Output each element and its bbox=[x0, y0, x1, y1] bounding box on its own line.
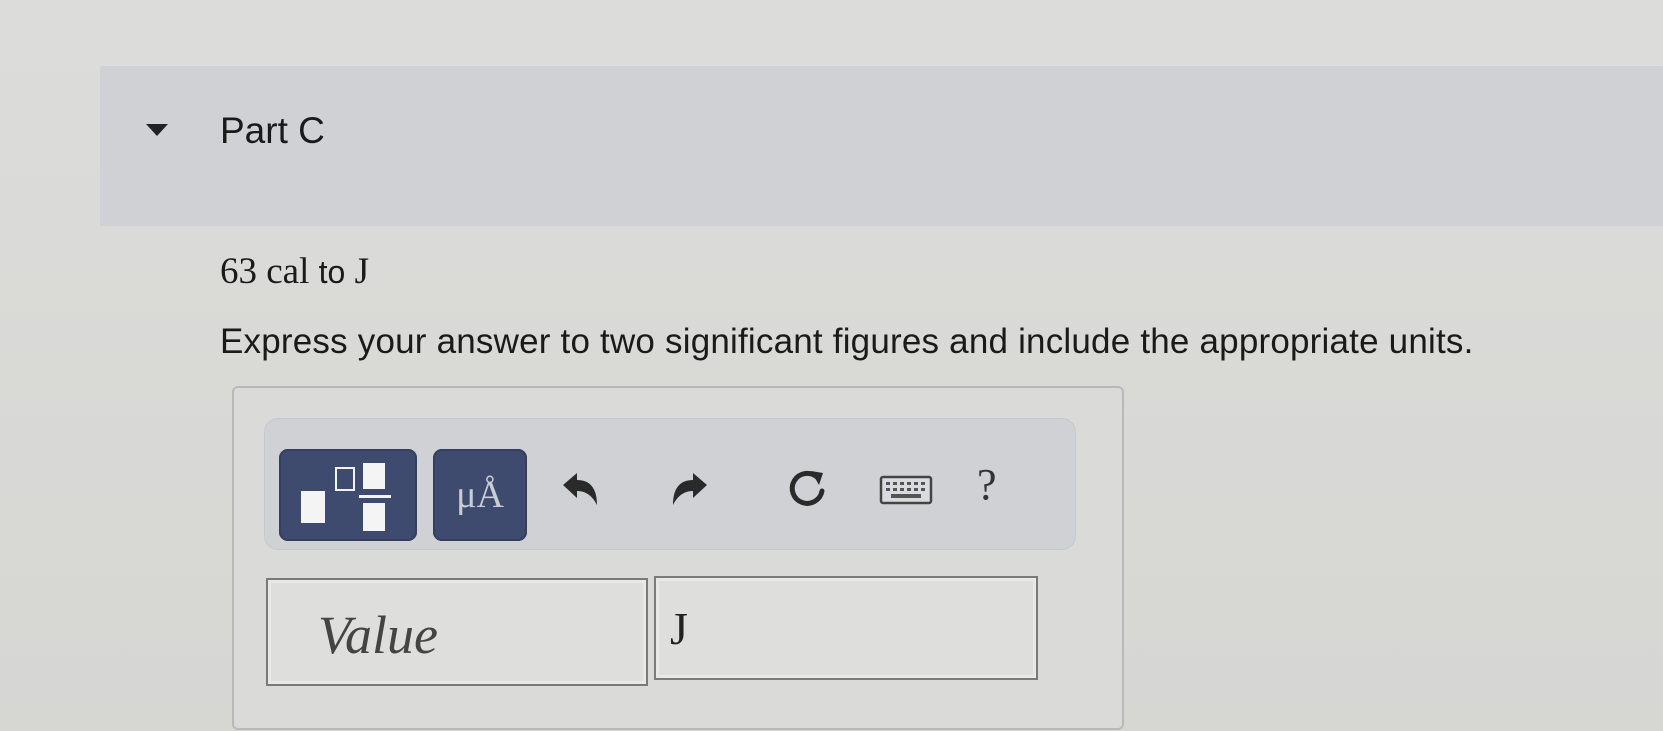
collapse-caret-icon[interactable] bbox=[146, 124, 168, 136]
units-icon: μÅ bbox=[456, 474, 504, 516]
question-number: 63 bbox=[220, 251, 257, 292]
redo-button[interactable] bbox=[663, 459, 723, 519]
part-title: Part C bbox=[220, 110, 325, 151]
value-placeholder: Value bbox=[318, 605, 438, 665]
keyboard-icon bbox=[879, 475, 933, 505]
undo-icon bbox=[563, 473, 597, 505]
help-button[interactable]: ? bbox=[977, 459, 1017, 519]
help-icon: ? bbox=[977, 460, 997, 509]
math-toolbar: μÅ ? bbox=[264, 418, 1076, 550]
keyboard-button[interactable] bbox=[875, 459, 935, 519]
question-from-unit: cal bbox=[266, 251, 310, 292]
question-connector: to bbox=[318, 254, 346, 290]
reset-button[interactable] bbox=[777, 459, 837, 519]
units-button[interactable]: μÅ bbox=[433, 449, 527, 541]
reset-icon bbox=[789, 470, 825, 506]
value-input[interactable]: Value bbox=[266, 578, 648, 686]
templates-button[interactable] bbox=[279, 449, 417, 541]
undo-button[interactable] bbox=[547, 459, 607, 519]
redo-icon bbox=[673, 473, 707, 505]
page: Part C 63 cal to J Express your answer t… bbox=[0, 0, 1663, 731]
answer-box: μÅ ? Value J bbox=[232, 386, 1124, 730]
question-to-unit: J bbox=[354, 251, 369, 292]
part-header[interactable]: Part C bbox=[100, 66, 1663, 226]
instruction-text: Express your answer to two significant f… bbox=[220, 322, 1474, 361]
unit-input[interactable]: J bbox=[654, 576, 1038, 680]
unit-value: J bbox=[670, 603, 688, 654]
question-text: 63 cal to J bbox=[220, 250, 369, 293]
